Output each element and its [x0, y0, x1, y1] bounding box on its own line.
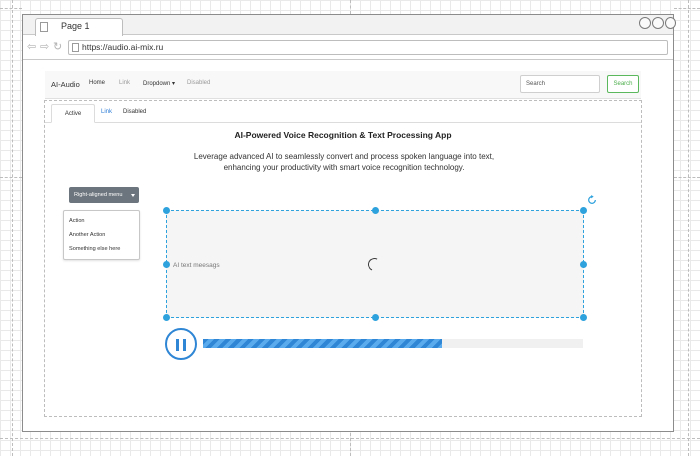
- guide-line: [350, 433, 351, 456]
- loading-spinner-icon: [366, 256, 383, 273]
- tab-bar: Active Link Disabled: [45, 101, 641, 123]
- guide-line: [12, 0, 13, 456]
- nav-item-disabled: Disabled: [187, 80, 211, 86]
- tab-link[interactable]: Link: [101, 109, 112, 115]
- site-navbar: AI-Audio Home Link Dropdown ▾ Disabled S…: [45, 71, 641, 99]
- pause-button[interactable]: [165, 328, 197, 360]
- tab-active[interactable]: Active: [51, 104, 95, 123]
- nav-item-dropdown[interactable]: Dropdown ▾: [143, 80, 175, 87]
- tab-disabled: Disabled: [123, 109, 147, 115]
- resize-handle-bottom-left[interactable]: [163, 314, 170, 321]
- resize-handle-top-left[interactable]: [163, 207, 170, 214]
- resize-handle-left[interactable]: [163, 261, 170, 268]
- content-container: Active Link Disabled AI-Powered Voice Re…: [44, 100, 642, 417]
- search-button[interactable]: Search: [607, 75, 639, 93]
- rotate-icon[interactable]: [587, 195, 597, 205]
- dropdown-menu: Action Another Action Something else her…: [63, 210, 140, 260]
- page-viewport: AI-Audio Home Link Dropdown ▾ Disabled S…: [23, 61, 673, 431]
- search-input[interactable]: Search: [520, 75, 600, 93]
- page-icon: [40, 22, 48, 32]
- browser-window: Page 1 ⇦ ⇨ ↻ https://audio.ai-mix.ru AI-…: [22, 14, 676, 432]
- guide-line: [350, 0, 351, 14]
- dropdown-item-something-else[interactable]: Something else here: [69, 246, 120, 252]
- browser-toolbar: ⇦ ⇨ ↻ https://audio.ai-mix.ru: [23, 36, 673, 60]
- nav-item-dropdown-label: Dropdown: [143, 81, 171, 87]
- audio-progress-bar[interactable]: [203, 339, 583, 348]
- caret-down-icon: [131, 194, 135, 197]
- pause-icon: [176, 339, 179, 351]
- dropdown-button-label: Right-aligned menu: [74, 192, 123, 198]
- resize-handle-bottom[interactable]: [372, 314, 379, 321]
- browser-titlebar: Page 1: [23, 15, 676, 36]
- resize-handle-bottom-right[interactable]: [580, 314, 587, 321]
- guide-line: [688, 0, 689, 456]
- maximize-icon[interactable]: [652, 17, 664, 29]
- page-description: Leverage advanced AI to seamlessly conve…: [193, 152, 495, 172]
- dropdown-button[interactable]: Right-aligned menu: [69, 187, 139, 203]
- nav-item-link[interactable]: Link: [119, 80, 130, 86]
- dropdown-item-another-action[interactable]: Another Action: [69, 232, 105, 238]
- ai-text-area[interactable]: AI text meesags: [163, 207, 587, 321]
- pause-icon: [183, 339, 186, 351]
- resize-handle-top[interactable]: [372, 207, 379, 214]
- dropdown-item-action[interactable]: Action: [69, 218, 85, 224]
- reload-icon[interactable]: ↻: [53, 42, 62, 53]
- url-text: https://audio.ai-mix.ru: [82, 42, 164, 52]
- browser-tab-title: Page 1: [61, 21, 90, 31]
- chevron-down-icon: ▾: [172, 81, 176, 87]
- close-icon[interactable]: [665, 17, 676, 29]
- page-icon: [72, 43, 79, 52]
- address-bar[interactable]: https://audio.ai-mix.ru: [68, 40, 668, 55]
- guide-line: [674, 177, 700, 178]
- guide-line: [0, 8, 22, 9]
- guide-line: [674, 8, 700, 9]
- page-title: AI-Powered Voice Recognition & Text Proc…: [234, 130, 452, 140]
- forward-arrow-icon[interactable]: ⇨: [40, 42, 49, 53]
- audio-progress-fill: [203, 339, 443, 348]
- resize-handle-right[interactable]: [580, 261, 587, 268]
- back-arrow-icon[interactable]: ⇦: [27, 42, 36, 53]
- navbar-brand[interactable]: AI-Audio: [51, 80, 80, 89]
- resize-handle-top-right[interactable]: [580, 207, 587, 214]
- minimize-icon[interactable]: [639, 17, 651, 29]
- nav-item-home[interactable]: Home: [89, 80, 105, 86]
- browser-tab[interactable]: Page 1: [35, 18, 123, 36]
- ai-text-placeholder: AI text meesags: [173, 262, 220, 269]
- guide-line: [0, 177, 22, 178]
